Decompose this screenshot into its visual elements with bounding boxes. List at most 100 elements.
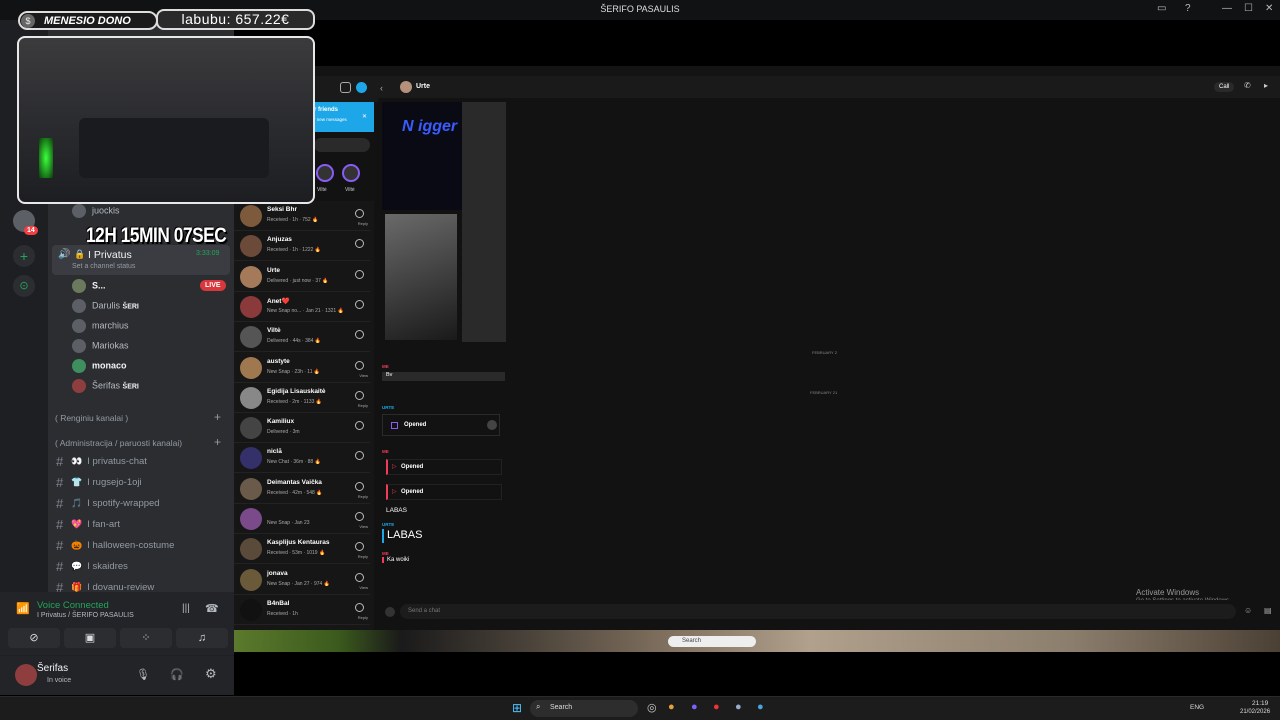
obs-icon[interactable]: ● bbox=[713, 701, 720, 713]
add-server-icon[interactable]: + bbox=[13, 245, 35, 267]
chat-list-item[interactable]: niclā New Chat · 36m · 88 🔥 bbox=[234, 443, 370, 474]
disconnect-icon[interactable]: ☎ bbox=[205, 602, 219, 615]
chrome-icon[interactable]: ● bbox=[668, 701, 675, 713]
add-channel-icon[interactable]: + bbox=[214, 410, 221, 424]
voice-user[interactable]: Darulis ŠERI bbox=[72, 299, 139, 313]
voice-user[interactable]: Mariokas bbox=[72, 339, 129, 353]
minimize-button[interactable]: — bbox=[1222, 3, 1232, 14]
chat-action[interactable]: View bbox=[359, 585, 368, 590]
snap-status-icon[interactable] bbox=[355, 602, 364, 612]
cast-icon[interactable]: ▭ bbox=[1157, 3, 1166, 14]
story-avatar[interactable] bbox=[342, 164, 360, 182]
more-icon[interactable]: ▸ bbox=[1264, 81, 1268, 90]
activities-button[interactable]: ⁘ bbox=[120, 628, 172, 648]
snap-friends-banner[interactable]: r friends r new messages ✕ bbox=[310, 102, 374, 132]
snap-status-icon[interactable] bbox=[355, 512, 364, 521]
inner-taskbar-search[interactable]: Search bbox=[668, 636, 756, 647]
windows-start-icon[interactable]: ⊞ bbox=[512, 701, 522, 715]
snap-opened-sent[interactable]: ▷ Opened bbox=[386, 459, 502, 475]
close-button[interactable]: ✕ bbox=[1265, 3, 1273, 14]
snap-status-icon[interactable] bbox=[355, 330, 364, 340]
add-channel-icon[interactable]: + bbox=[214, 435, 221, 449]
text-channel[interactable]: # 🎃 I halloween-costume bbox=[56, 538, 174, 553]
help-icon[interactable]: ? bbox=[1185, 3, 1191, 14]
chat-list-item[interactable]: Viltė Delivered · 44s · 384 🔥 bbox=[234, 322, 370, 353]
snap-status-icon[interactable] bbox=[355, 209, 364, 218]
noise-suppression-icon[interactable]: ||| bbox=[182, 603, 190, 614]
taskbar-search[interactable]: ⌕ Search bbox=[530, 700, 638, 717]
chat-list-item[interactable]: Kamiliux Delivered · 3m bbox=[234, 413, 370, 444]
camera-icon[interactable] bbox=[385, 607, 395, 617]
phone-icon[interactable]: ✆ bbox=[1244, 81, 1251, 90]
call-button[interactable]: Call bbox=[1214, 82, 1235, 92]
text-channel[interactable]: # 💬 I skaidres bbox=[56, 559, 128, 574]
snap-opened-sent[interactable]: ▷ Opened bbox=[386, 484, 502, 500]
add-friend-icon[interactable] bbox=[340, 82, 351, 93]
chat-list-item[interactable]: austyte New Snap · 23h · 11 🔥 View bbox=[234, 353, 370, 383]
story-avatar[interactable] bbox=[316, 164, 334, 182]
replay-icon[interactable] bbox=[487, 420, 497, 430]
stories-search[interactable] bbox=[314, 138, 370, 152]
settings-gear-icon[interactable]: ⚙ bbox=[205, 666, 217, 682]
emoji-icon[interactable]: ☺ bbox=[1244, 606, 1252, 615]
chat-input[interactable]: Send a chat bbox=[400, 604, 1236, 619]
channel-status[interactable]: Set a channel status bbox=[72, 263, 135, 270]
voice-user[interactable]: S... bbox=[72, 279, 106, 293]
discover-icon[interactable]: ⊙ bbox=[13, 275, 35, 297]
snap-status-icon[interactable] bbox=[355, 542, 364, 552]
chat-list-item[interactable]: Anjuzas Received · 1h · 1222 🔥 bbox=[234, 231, 370, 262]
snap-status-icon[interactable] bbox=[355, 239, 364, 249]
clock-time[interactable]: 21:19 bbox=[1252, 700, 1268, 707]
camera-button[interactable]: ⊘ bbox=[8, 628, 60, 648]
chat-list-item[interactable]: B4nBal Received · 1h Reply bbox=[234, 595, 370, 625]
snap-image-1[interactable]: N igger bbox=[382, 102, 462, 210]
voice-user[interactable]: marchius bbox=[72, 319, 129, 333]
snap-status-icon[interactable] bbox=[355, 481, 364, 491]
voice-user-top[interactable]: juockis bbox=[72, 204, 120, 218]
text-channel[interactable]: # 👀 I privatus-chat bbox=[56, 454, 147, 469]
new-chat-icon[interactable] bbox=[356, 82, 367, 93]
app-icon[interactable]: ● bbox=[735, 701, 742, 713]
clock-date[interactable]: 21/02/2026 bbox=[1240, 709, 1270, 715]
screenshare-button[interactable]: ▣ bbox=[64, 628, 116, 648]
language-indicator[interactable]: ENG bbox=[1190, 704, 1204, 711]
steam-icon[interactable]: ● bbox=[757, 701, 764, 713]
chat-list-item[interactable]: Deimantas Vaička Received · 42m · 548 🔥 Re… bbox=[234, 474, 370, 504]
chat-list-item[interactable]: Egidija Lisauskaitė Received · 2m · 1133 … bbox=[234, 383, 370, 413]
chat-action[interactable]: Reply bbox=[358, 494, 368, 499]
sticker-icon[interactable]: ▤ bbox=[1264, 606, 1272, 615]
category-admin[interactable]: ( Administracija / paruosti kanalai) bbox=[55, 438, 182, 448]
snap-opened-received[interactable]: Opened bbox=[382, 414, 500, 436]
text-channel[interactable]: # 👕 I rugsejo-1oji bbox=[56, 475, 142, 490]
microphone-icon[interactable]: 🎙 bbox=[136, 668, 150, 681]
chat-action[interactable]: View bbox=[359, 373, 368, 378]
snap-status-icon[interactable] bbox=[355, 572, 364, 582]
chat-list-item[interactable]: Kasplijus Kentauras Received · 53m · 1019… bbox=[234, 534, 370, 565]
voice-location[interactable]: I Privatus / ŠERIFO PASAULIS bbox=[37, 612, 134, 619]
chat-list-item[interactable]: Urte Delivered · just now · 37 🔥 bbox=[234, 262, 370, 292]
chat-action[interactable]: Reply bbox=[358, 615, 368, 620]
voice-user[interactable]: monaco bbox=[72, 359, 127, 373]
maximize-button[interactable]: ☐ bbox=[1244, 3, 1253, 14]
avatar[interactable] bbox=[15, 664, 37, 686]
category-events[interactable]: ( Renginiu kanalai ) bbox=[55, 413, 128, 423]
text-channel[interactable]: # 🎵 I spotify-wrapped bbox=[56, 496, 160, 511]
chat-action[interactable]: Reply bbox=[358, 403, 368, 408]
taskview-icon[interactable]: ◎ bbox=[647, 701, 657, 714]
chat-list-item[interactable]: Anet❤️ New Snap no... · Jan 21 · 1321 🔥 bbox=[234, 292, 370, 322]
chat-list-item[interactable]: jonava New Snap · Jan 27 · 974 🔥 View bbox=[234, 565, 370, 595]
voice-status[interactable]: Voice Connected bbox=[37, 600, 109, 611]
chat-list-item[interactable]: New Snap · Jan 23 View bbox=[234, 504, 370, 534]
snap-status-icon[interactable] bbox=[355, 269, 364, 279]
snap-status-icon[interactable] bbox=[355, 360, 364, 370]
soundboard-button[interactable]: ♫ bbox=[176, 628, 228, 648]
snap-status-icon[interactable] bbox=[355, 451, 364, 461]
discord-icon[interactable]: ● bbox=[691, 701, 698, 713]
snap-status-icon[interactable] bbox=[355, 299, 364, 309]
voice-channel-active[interactable]: 🔊 🔒 I Privatus 3:33:09 Set a channel sta… bbox=[52, 245, 230, 275]
chat-action[interactable]: Reply bbox=[358, 221, 368, 226]
chat-action[interactable]: View bbox=[359, 524, 368, 529]
snap-status-icon[interactable] bbox=[355, 390, 364, 400]
close-icon[interactable]: ✕ bbox=[362, 113, 367, 120]
chat-action[interactable]: Reply bbox=[358, 554, 368, 559]
